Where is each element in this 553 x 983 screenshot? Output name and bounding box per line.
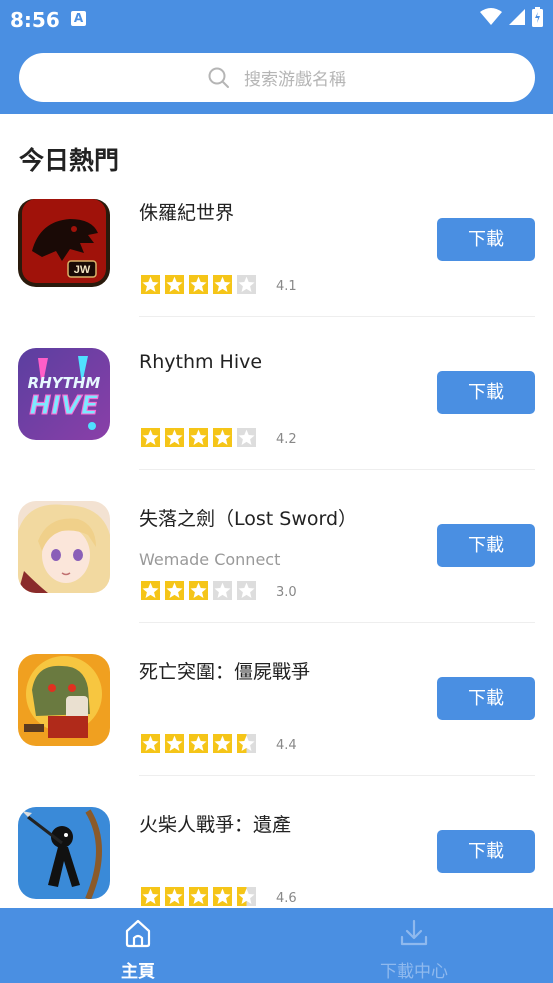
search-icon [208, 67, 229, 88]
download-icon [400, 919, 428, 946]
anime-girl-icon[interactable] [18, 501, 110, 593]
download-button[interactable]: 下載 [437, 524, 535, 567]
list-item: 失落之劍（Lost Sword） Wemade Connect 3.0 下載 [0, 501, 553, 654]
rating-stars [141, 887, 256, 906]
nav-download-center[interactable]: 下載中心 [334, 908, 494, 983]
game-name[interactable]: 死亡突圍：僵屍戰爭 [139, 657, 310, 684]
star-icon [189, 581, 208, 600]
star-icon [165, 887, 184, 906]
svg-text:JW: JW [74, 264, 91, 276]
status-icons [480, 7, 543, 27]
divider [139, 316, 535, 317]
star-icon [165, 734, 184, 753]
notification-icon: A [71, 11, 86, 26]
section-title: 今日熱門 [19, 146, 120, 175]
rating-stars [141, 581, 256, 600]
list-item: 死亡突圍：僵屍戰爭 4.4 下載 [0, 654, 553, 807]
star-icon [237, 428, 256, 447]
wifi-icon [480, 8, 502, 25]
bottom-nav: 主頁 下載中心 [0, 908, 553, 983]
game-developer: Wemade Connect [139, 550, 281, 569]
star-icon [237, 887, 256, 906]
star-icon [141, 428, 160, 447]
game-name[interactable]: 侏羅紀世界 [139, 198, 234, 225]
status-time: 8:56 [10, 8, 60, 32]
star-icon [213, 734, 232, 753]
star-icon [165, 581, 184, 600]
download-button[interactable]: 下載 [437, 677, 535, 720]
nav-home[interactable]: 主頁 [58, 908, 218, 983]
game-list: JW 侏羅紀世界 4.1 下載 RHYTHM HIVE Rhythm Hive … [0, 195, 553, 908]
signal-icon [509, 9, 525, 25]
divider [139, 775, 535, 776]
rating-value: 4.6 [276, 891, 297, 906]
game-name[interactable]: 失落之劍（Lost Sword） [139, 504, 357, 531]
divider [139, 622, 535, 623]
star-icon [189, 275, 208, 294]
rating-stars [141, 734, 256, 753]
search-input[interactable]: 搜索游戲名稱 [19, 53, 535, 102]
dinosaur-skull-icon[interactable]: JW [18, 199, 110, 287]
download-button[interactable]: 下載 [437, 371, 535, 414]
svg-text:HIVE: HIVE [29, 391, 99, 421]
star-icon [237, 275, 256, 294]
star-icon [189, 734, 208, 753]
rating-value: 4.1 [276, 279, 297, 294]
star-icon [189, 887, 208, 906]
star-icon [141, 581, 160, 600]
nav-home-label: 主頁 [121, 962, 155, 982]
list-item: JW 侏羅紀世界 4.1 下載 [0, 195, 553, 348]
zombie-icon[interactable] [18, 654, 110, 746]
star-icon [213, 428, 232, 447]
star-icon [213, 581, 232, 600]
star-icon [141, 887, 160, 906]
star-icon [141, 275, 160, 294]
top-bar: 8:56 A 搜索游戲名稱 [0, 0, 553, 114]
star-icon [189, 428, 208, 447]
stickman-icon[interactable] [18, 807, 110, 899]
home-icon [125, 919, 151, 948]
game-name[interactable]: Rhythm Hive [139, 351, 262, 373]
list-item: RHYTHM HIVE Rhythm Hive 4.2 下載 [0, 348, 553, 501]
download-button[interactable]: 下載 [437, 830, 535, 873]
svg-text:RHYTHM: RHYTHM [28, 374, 101, 392]
game-name[interactable]: 火柴人戰爭：遺產 [139, 810, 291, 837]
star-icon [165, 275, 184, 294]
battery-icon [532, 7, 543, 27]
star-icon [237, 734, 256, 753]
star-icon [237, 581, 256, 600]
rating-stars [141, 428, 256, 447]
rating-stars [141, 275, 256, 294]
search-placeholder: 搜索游戲名稱 [244, 70, 346, 90]
rating-value: 3.0 [276, 585, 297, 600]
star-icon [165, 428, 184, 447]
download-button[interactable]: 下載 [437, 218, 535, 261]
star-icon [213, 887, 232, 906]
star-icon [213, 275, 232, 294]
rating-value: 4.2 [276, 432, 297, 447]
list-item: 火柴人戰爭：遺產 4.6 下載 [0, 807, 553, 908]
nav-download-center-label: 下載中心 [380, 962, 448, 982]
divider [139, 469, 535, 470]
star-icon [141, 734, 160, 753]
rating-value: 4.4 [276, 738, 297, 753]
rhythm-hive-icon[interactable]: RHYTHM HIVE [18, 348, 110, 440]
